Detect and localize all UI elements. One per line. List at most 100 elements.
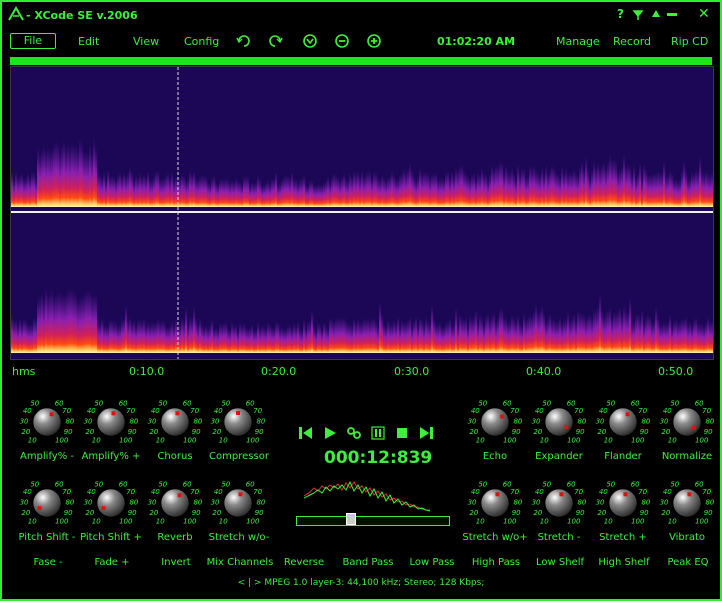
knob-dial[interactable]: 1020304050 60708090100: [593, 473, 653, 535]
knob-dial[interactable]: 1020304050 60708090100: [657, 473, 717, 535]
fx-reverse-button[interactable]: Reverse: [284, 557, 324, 568]
knob-scale-label: 20: [533, 428, 542, 436]
pause-icon[interactable]: [371, 426, 385, 440]
knob-body[interactable]: [32, 488, 62, 518]
knob-body[interactable]: [608, 488, 638, 518]
redo-icon[interactable]: [267, 33, 283, 49]
knob-body[interactable]: [32, 407, 62, 437]
knob-indicator: [49, 412, 54, 417]
help-icon[interactable]: ?: [617, 7, 624, 21]
knob-body[interactable]: [96, 407, 126, 437]
knob-reverb[interactable]: 10 20 30 40 50 60 70 80 90 100: [145, 473, 205, 537]
menu-edit[interactable]: Edit: [78, 35, 99, 48]
knob-scale-label: 50: [30, 399, 39, 407]
spectrogram-view[interactable]: [10, 66, 714, 360]
fx-fade-minus-button[interactable]: Fase -: [33, 557, 62, 568]
fx-low-shelf-button[interactable]: Low Shelf: [536, 557, 584, 568]
knob-dial[interactable]: 1020304050 60708090100: [657, 392, 717, 454]
knob-dial[interactable]: 1020304050 60708090100: [81, 392, 141, 454]
zoom-fit-icon[interactable]: [302, 33, 318, 49]
rewind-icon[interactable]: [299, 426, 313, 440]
knob-stretch-plus[interactable]: 10 20 30 40 50 60 70 80 90 100: [593, 473, 653, 537]
menu-config[interactable]: Config: [184, 35, 219, 48]
fx-low-pass-button[interactable]: Low Pass: [410, 557, 455, 568]
knob-amplify-minus[interactable]: 10 20 30 40 50 60 70 80 90 100: [17, 392, 77, 456]
knob-dial[interactable]: 1020304050 60708090100: [208, 392, 268, 454]
fx-mix-channels-button[interactable]: Mix Channels: [207, 557, 274, 568]
fx-invert-button[interactable]: Invert: [161, 557, 190, 568]
spectrum-column: [531, 314, 534, 353]
knob-body[interactable]: [480, 407, 510, 437]
knob-amplify-plus[interactable]: 10 20 30 40 50 60 70 80 90 100: [81, 392, 141, 456]
fx-high-shelf-button[interactable]: High Shelf: [598, 557, 649, 568]
undo-icon[interactable]: [236, 33, 252, 49]
knob-dial[interactable]: 1020304050 60708090100: [17, 473, 77, 535]
stop-icon[interactable]: [395, 426, 409, 440]
knob-body[interactable]: [96, 488, 126, 518]
knob-pitch-shift-plus[interactable]: 10 20 30 40 50 60 70 80 90 100: [81, 473, 141, 537]
spectrum-column: [163, 177, 166, 207]
knob-scale-label: 80: [129, 498, 138, 506]
spectrum-column: [711, 171, 713, 207]
knob-body[interactable]: [160, 407, 190, 437]
knob-dial[interactable]: 1020304050 60708090100: [465, 473, 525, 535]
menu-rip-cd[interactable]: Rip CD: [671, 35, 708, 48]
spectrum-column: [361, 170, 364, 207]
loop-icon[interactable]: [347, 426, 361, 440]
menu-manage[interactable]: Manage: [556, 35, 600, 48]
knob-dial[interactable]: 1020304050 60708090100: [465, 392, 525, 454]
fx-band-pass-button[interactable]: Band Pass: [343, 557, 394, 568]
fx-high-pass-button[interactable]: High Pass: [472, 557, 520, 568]
position-slider-track[interactable]: [296, 516, 450, 526]
knob-body[interactable]: [544, 488, 574, 518]
knob-dial[interactable]: 1020304050 60708090100: [145, 392, 205, 454]
pin-icon[interactable]: [632, 9, 644, 21]
knob-dial[interactable]: 1020304050 60708090100: [17, 392, 77, 454]
position-slider-thumb[interactable]: [346, 513, 357, 525]
spectrum-column: [283, 328, 286, 353]
knob-dial[interactable]: 1020304050 60708090100: [529, 473, 589, 535]
knob-flander[interactable]: 10 20 30 40 50 60 70 80 90 100: [593, 392, 653, 456]
spectrum-column: [597, 306, 600, 353]
knob-body[interactable]: [544, 407, 574, 437]
knob-pitch-shift-minus[interactable]: 10 20 30 40 50 60 70 80 90 100: [17, 473, 77, 537]
knob-scale-label: 90: [255, 509, 264, 517]
knob-body[interactable]: [223, 488, 253, 518]
menu-record[interactable]: Record: [613, 35, 651, 48]
fx-peak-eq-button[interactable]: Peak EQ: [667, 557, 708, 568]
knob-vibrato[interactable]: 10 20 30 40 50 60 70 80 90 100: [657, 473, 717, 537]
knob-dial[interactable]: 1020304050 60708090100: [81, 473, 141, 535]
knob-body[interactable]: [608, 407, 638, 437]
knob-scale-label: 50: [478, 480, 487, 488]
menu-view[interactable]: View: [133, 35, 159, 48]
knob-normalize[interactable]: 10 20 30 40 50 60 70 80 90 100: [657, 392, 717, 456]
knob-scale-label: 50: [478, 399, 487, 407]
close-icon[interactable]: ✕: [698, 6, 710, 22]
knob-body[interactable]: [160, 488, 190, 518]
knob-body[interactable]: [480, 488, 510, 518]
knob-dial[interactable]: 1020304050 60708090100: [145, 473, 205, 535]
playback-progress-bar[interactable]: [10, 57, 712, 65]
play-icon[interactable]: [323, 426, 337, 440]
knob-body[interactable]: [672, 407, 702, 437]
zoom-out-icon[interactable]: [334, 33, 350, 49]
minimize-icon[interactable]: [667, 11, 677, 17]
menu-file[interactable]: File: [10, 33, 56, 49]
fx-fade-plus-button[interactable]: Fade +: [94, 557, 129, 568]
knob-chorus[interactable]: 10 20 30 40 50 60 70 80 90 100: [145, 392, 205, 456]
knob-stretch-wo-minus[interactable]: 10 20 30 40 50 60 70 80 90 100: [208, 473, 268, 537]
knob-dial[interactable]: 1020304050 60708090100: [593, 392, 653, 454]
knob-stretch-minus[interactable]: 10 20 30 40 50 60 70 80 90 100: [529, 473, 589, 537]
skin-icon[interactable]: [651, 9, 661, 19]
knob-echo[interactable]: 10 20 30 40 50 60 70 80 90 100: [465, 392, 525, 456]
knob-expander[interactable]: 10 20 30 40 50 60 70 80 90 100: [529, 392, 589, 456]
zoom-in-icon[interactable]: [366, 33, 382, 49]
spectrum-column: [525, 177, 528, 207]
knob-stretch-wo-plus[interactable]: 10 20 30 40 50 60 70 80 90 100: [465, 473, 525, 537]
knob-dial[interactable]: 1020304050 60708090100: [208, 473, 268, 535]
fast-forward-icon[interactable]: [419, 426, 433, 440]
knob-body[interactable]: [672, 488, 702, 518]
knob-dial[interactable]: 1020304050 60708090100: [529, 392, 589, 454]
knob-compressor[interactable]: 10 20 30 40 50 60 70 80 90 100: [208, 392, 268, 456]
spectrum-column: [13, 320, 16, 353]
